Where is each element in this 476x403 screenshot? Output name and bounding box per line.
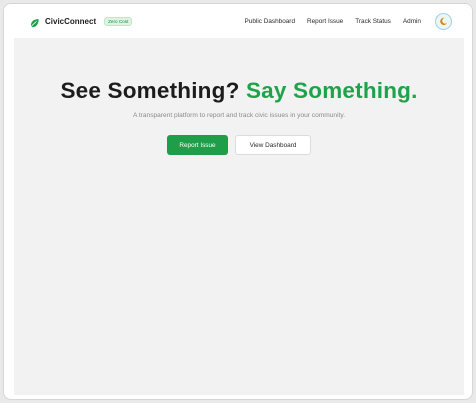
brand-name: CivicConnect — [45, 16, 97, 26]
hero-section: See Something? Say Something. A transpar… — [14, 78, 464, 155]
report-issue-button[interactable]: Report Issue — [167, 135, 228, 155]
hero-actions: Report Issue View Dashboard — [14, 135, 464, 155]
main-content: See Something? Say Something. A transpar… — [14, 38, 464, 395]
nav-link-report-issue[interactable]: Report Issue — [307, 18, 343, 25]
nav-link-public-dashboard[interactable]: Public Dashboard — [245, 18, 295, 25]
hero-subtitle: A transparent platform to report and tra… — [132, 112, 346, 119]
headline-question: See Something? — [60, 78, 240, 103]
navbar: CivicConnect Zero Cost Public Dashboard … — [4, 4, 472, 38]
leaf-icon — [29, 16, 40, 28]
moon-icon — [440, 17, 448, 25]
nav-links: Public Dashboard Report Issue Track Stat… — [245, 12, 452, 30]
view-dashboard-button[interactable]: View Dashboard — [235, 135, 311, 155]
headline-answer: Say Something. — [245, 78, 418, 103]
zero-cost-badge: Zero Cost — [104, 16, 133, 26]
nav-link-track-status[interactable]: Track Status — [355, 18, 391, 25]
theme-toggle-button[interactable] — [435, 12, 452, 30]
hero-headline: See Something? Say Something. — [14, 78, 464, 104]
brand[interactable]: CivicConnect Zero Cost — [29, 16, 133, 28]
nav-link-admin[interactable]: Admin — [403, 18, 421, 25]
app-window: CivicConnect Zero Cost Public Dashboard … — [3, 3, 473, 400]
